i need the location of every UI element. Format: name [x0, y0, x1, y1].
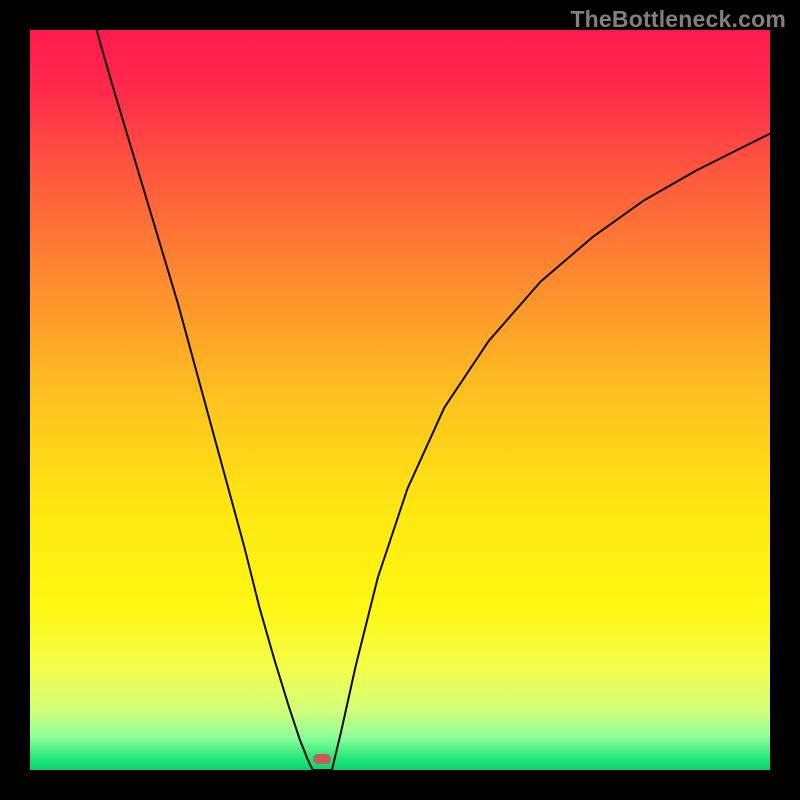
- plot-area: [30, 30, 770, 770]
- optimum-marker: [313, 754, 331, 764]
- watermark-text: TheBottleneck.com: [570, 6, 786, 33]
- chart-frame: TheBottleneck.com: [0, 0, 800, 800]
- bottleneck-curve: [30, 30, 770, 770]
